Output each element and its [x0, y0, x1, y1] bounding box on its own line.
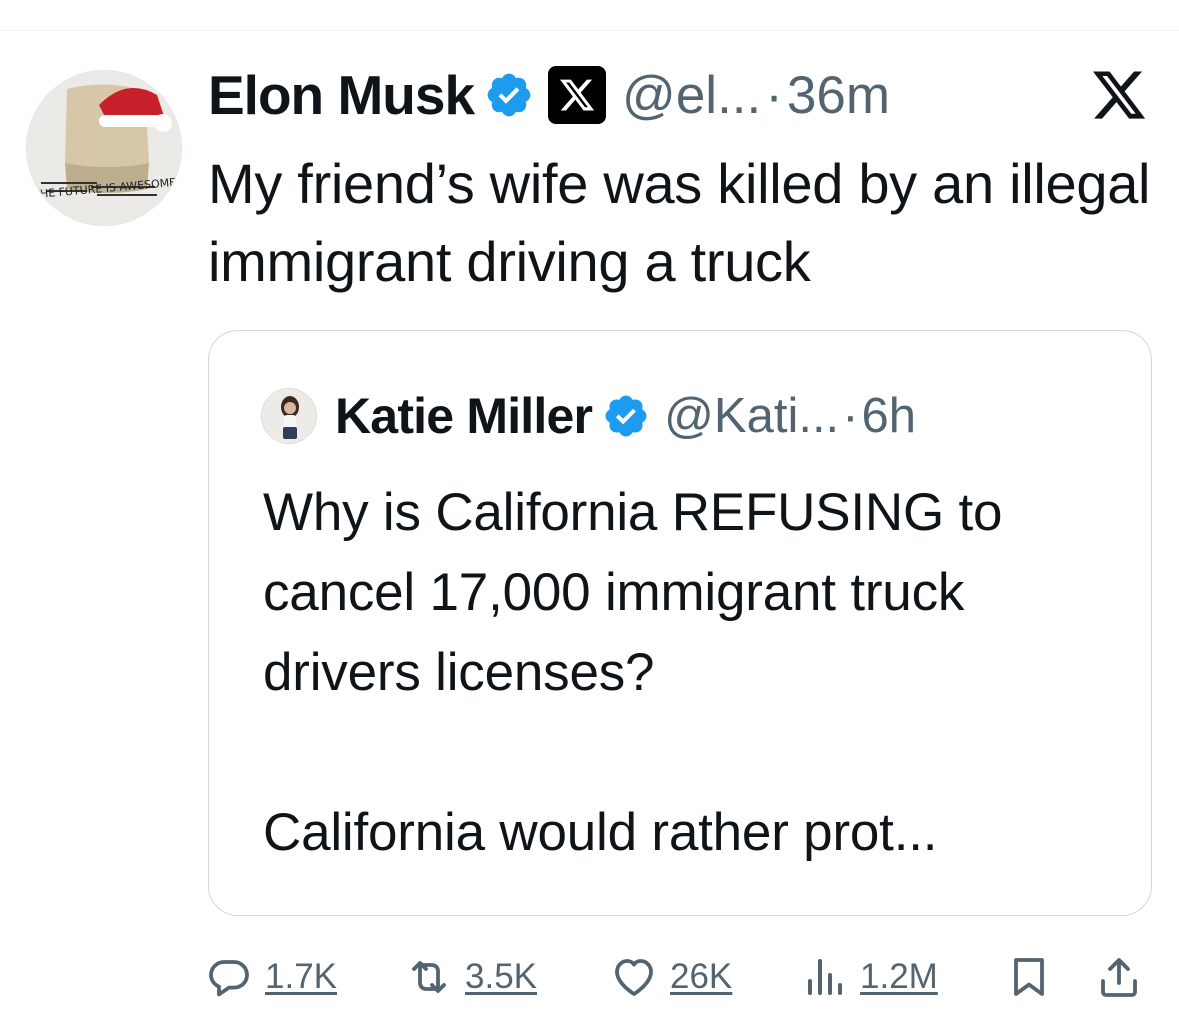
quoted-author-name: Katie Miller: [335, 388, 593, 444]
reply-button[interactable]: 1.7K: [205, 945, 337, 1009]
bookmark-button[interactable]: [1005, 945, 1053, 1009]
heart-icon: [615, 959, 653, 996]
verified-badge-icon: [605, 395, 647, 437]
bookmark-icon: [1014, 958, 1044, 996]
reply-count[interactable]: 1.7K: [265, 957, 337, 997]
quoted-author-avatar: [261, 388, 317, 444]
author-name[interactable]: Elon Musk: [208, 63, 475, 127]
x-logo-icon: [548, 66, 607, 124]
share-button[interactable]: [1095, 945, 1143, 1009]
quoted-tweet-text: Why is California REFUSING to cancel 17,…: [263, 483, 1003, 862]
quoted-timestamp: 6h: [861, 389, 917, 443]
quoted-tweet-card[interactable]: Katie Miller @Kati... · 6h Why is Califo…: [208, 330, 1152, 916]
x-close-icon[interactable]: [1090, 66, 1148, 124]
tweet-view: THE FUTURE IS AWESOME Elon Musk @el... ·…: [0, 0, 1179, 1032]
like-button[interactable]: 26K: [610, 945, 732, 1009]
views-button[interactable]: 1.2M: [800, 945, 938, 1009]
top-divider: [0, 30, 1179, 31]
avatar-image: THE FUTURE IS AWESOME: [27, 71, 181, 225]
share-icon: [1101, 958, 1137, 997]
like-count[interactable]: 26K: [670, 957, 732, 997]
repost-count[interactable]: 3.5K: [465, 957, 537, 997]
views-count[interactable]: 1.2M: [860, 957, 938, 997]
author-handle[interactable]: @el...: [622, 65, 761, 126]
quoted-author-handle: @Kati...: [664, 389, 840, 443]
tweet-timestamp[interactable]: 36m: [787, 65, 890, 126]
header-separator: ·: [765, 65, 783, 125]
author-avatar[interactable]: THE FUTURE IS AWESOME: [26, 70, 182, 226]
tweet-action-bar: 1.7K 3.5K 26K 1.2M: [0, 945, 1179, 1009]
quoted-header-separator: ·: [842, 389, 859, 443]
repost-icon: [412, 961, 446, 993]
tweet-header: Elon Musk @el... · 36m: [208, 60, 890, 130]
views-icon: [808, 959, 842, 995]
quoted-tweet-header: Katie Miller @Kati... · 6h: [261, 386, 916, 446]
reply-icon: [209, 960, 249, 997]
verified-badge-icon[interactable]: [484, 70, 534, 120]
tweet-text: My friend’s wife was killed by an illega…: [208, 152, 1151, 293]
repost-button[interactable]: 3.5K: [405, 945, 537, 1009]
